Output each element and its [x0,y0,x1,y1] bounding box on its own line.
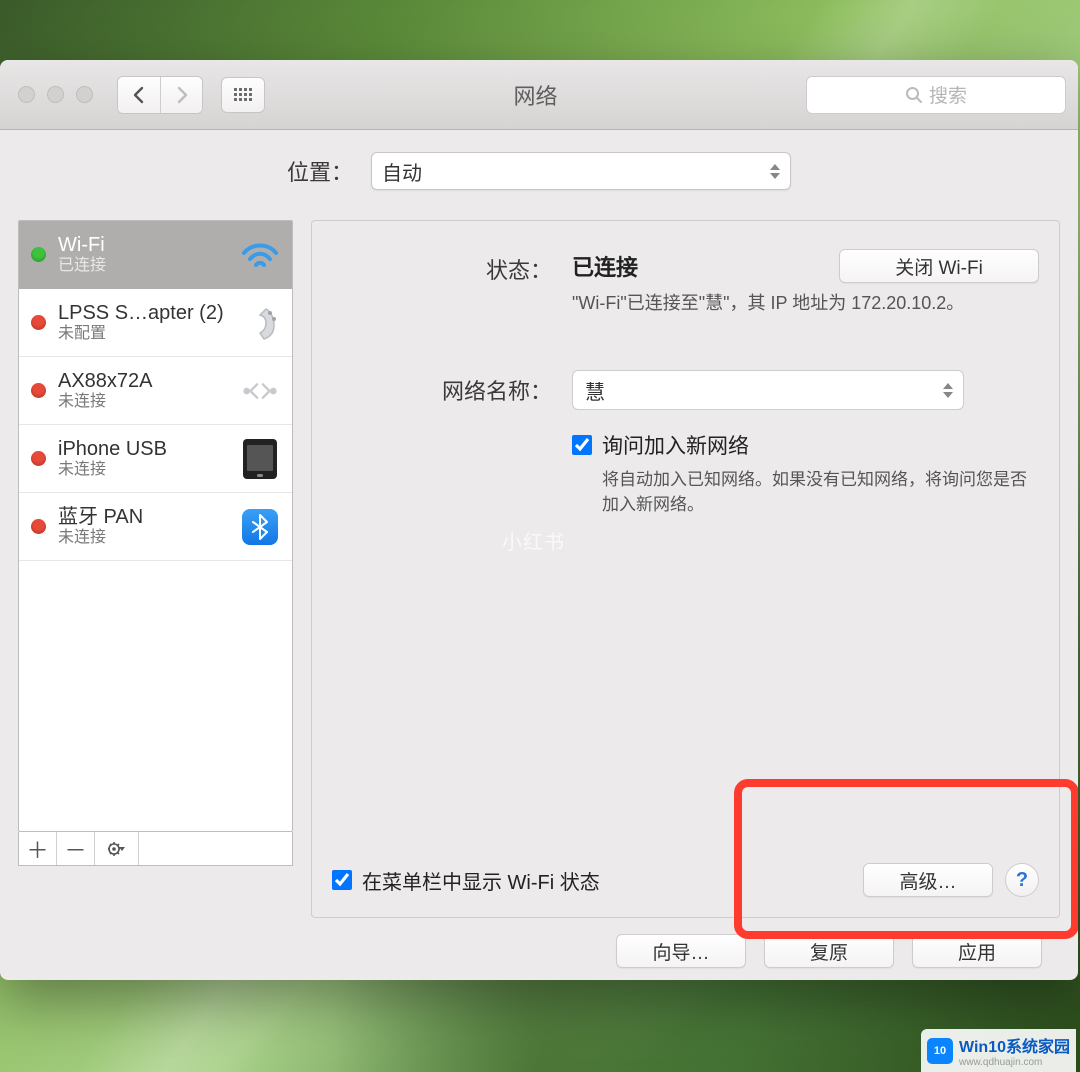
location-value: 自动 [382,157,422,186]
bluetooth-icon [240,507,280,547]
service-item-bluetooth-pan[interactable]: 蓝牙 PAN 未连接 [19,493,292,561]
status-dot-disconnected-icon [31,315,46,330]
service-name: iPhone USB [58,438,228,461]
watermark-badge-icon: 10 [927,1038,953,1064]
service-status: 未配置 [58,325,228,343]
ask-join-checkbox[interactable] [572,435,592,455]
grid-icon [234,88,252,101]
service-name: Wi-Fi [58,234,228,257]
assist-button[interactable]: 向导… [616,934,746,968]
chevron-up-down-icon [939,377,957,403]
wifi-icon [240,235,280,275]
service-item-lpss[interactable]: LPSS S…apter (2) 未配置 [19,289,292,357]
ethernet-icon [240,371,280,411]
service-status: 已连接 [58,257,228,275]
show-all-button[interactable] [221,77,265,113]
network-name-value: 慧 [585,376,605,405]
services-sidebar: Wi-Fi 已连接 LPSS S…apter (2) 未配置 [18,220,293,832]
add-service-button[interactable]: ＋ [19,832,57,865]
status-dot-disconnected-icon [31,451,46,466]
close-window-icon[interactable] [18,86,35,103]
status-dot-connected-icon [31,247,46,262]
phone-serial-icon [240,303,280,343]
titlebar: 网络 搜索 [0,60,1078,130]
service-item-wifi[interactable]: Wi-Fi 已连接 [19,221,292,289]
service-status: 未连接 [58,529,228,547]
search-placeholder: 搜索 [929,81,967,108]
ask-join-hint: 将自动加入已知网络。如果没有已知网络，将询问您是否加入新网络。 [572,468,1039,517]
search-icon [905,86,923,104]
remove-service-button[interactable]: － [57,832,95,865]
zoom-window-icon[interactable] [76,86,93,103]
service-item-ax88[interactable]: AX88x72A 未连接 [19,357,292,425]
service-status: 未连接 [58,461,228,479]
show-menubar-label: 在菜单栏中显示 Wi-Fi 状态 [362,866,600,895]
service-name: AX88x72A [58,370,228,393]
search-input[interactable]: 搜索 [806,76,1066,114]
service-item-iphone-usb[interactable]: iPhone USB 未连接 [19,425,292,493]
service-name: LPSS S…apter (2) [58,302,228,325]
advanced-button[interactable]: 高级… [863,863,993,897]
gear-icon [107,841,127,857]
watermark-text: Win10系统家园 [959,1033,1070,1057]
watermark-corner: 10 Win10系统家园 www.qdhuajin.com [921,1029,1076,1072]
service-name: 蓝牙 PAN [58,506,228,529]
turn-off-wifi-button[interactable]: 关闭 Wi-Fi [839,249,1039,283]
status-value: 已连接 [572,250,638,282]
apply-button[interactable]: 应用 [912,934,1042,968]
status-dot-disconnected-icon [31,519,46,534]
network-name-popup[interactable]: 慧 [572,370,964,410]
watermark-url: www.qdhuajin.com [959,1057,1070,1068]
location-label: 位置： [287,155,353,187]
help-button[interactable]: ? [1005,863,1039,897]
location-popup[interactable]: 自动 [371,152,791,190]
window-title: 网络 [275,79,796,111]
forward-button[interactable] [160,77,202,113]
tutorial-highlight-box [734,779,1078,939]
ask-join-label: 询问加入新网络 [602,430,749,460]
status-description: "Wi-Fi"已连接至"慧"，其 IP 地址为 172.20.10.2。 [572,291,1039,316]
watermark-center: 小红书 [502,526,565,555]
network-name-label: 网络名称： [332,370,552,406]
service-actions-button[interactable] [95,832,139,865]
back-button[interactable] [118,77,160,113]
network-preferences-window: 网络 搜索 位置： 自动 Wi-Fi 已连接 [0,60,1078,980]
status-dot-disconnected-icon [31,383,46,398]
revert-button[interactable]: 复原 [764,934,894,968]
show-menubar-checkbox[interactable] [332,870,352,890]
minimize-window-icon[interactable] [47,86,64,103]
iphone-icon [240,439,280,479]
service-status: 未连接 [58,393,228,411]
detail-panel: 状态： 已连接 关闭 Wi-Fi "Wi-Fi"已连接至"慧"，其 IP 地址为… [311,220,1060,918]
status-label: 状态： [332,249,552,285]
chevron-up-down-icon [766,158,784,184]
